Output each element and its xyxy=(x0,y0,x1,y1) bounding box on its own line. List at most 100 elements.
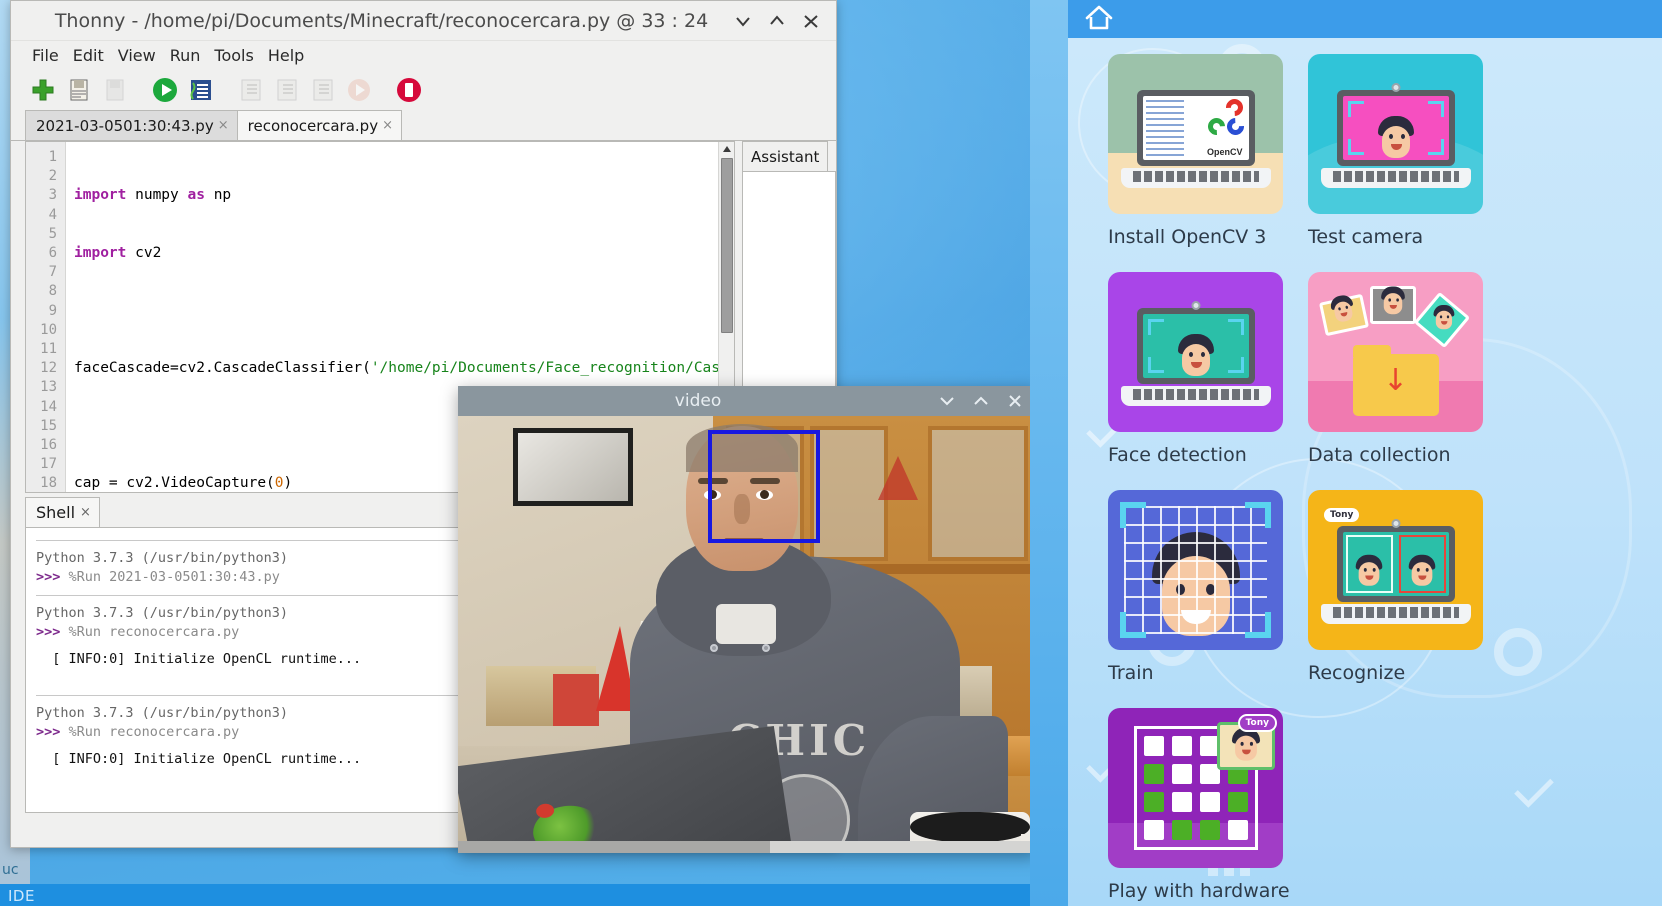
eye xyxy=(1416,568,1420,572)
tracking-bracket xyxy=(1120,502,1146,528)
face xyxy=(1235,735,1257,761)
menu-run[interactable]: Run xyxy=(163,44,208,67)
laptop-screen xyxy=(1336,526,1455,602)
menu-file[interactable]: File xyxy=(25,44,66,67)
card-recognize[interactable]: Tony Recognize xyxy=(1308,490,1508,684)
code-line: faceCascade=cv2.CascadeClassifier('/home… xyxy=(74,360,718,377)
eye xyxy=(1388,298,1392,302)
close-icon[interactable]: × xyxy=(382,118,393,133)
tracking-bracket xyxy=(1120,612,1146,638)
minimize-icon[interactable] xyxy=(938,392,956,410)
menu-help[interactable]: Help xyxy=(261,44,311,67)
video-feed: CHIC xyxy=(458,416,1038,853)
shelf-glass-door xyxy=(928,426,1028,561)
plus-icon[interactable] xyxy=(27,74,59,106)
hoodie-drawstring xyxy=(762,644,770,652)
card-thumbnail[interactable] xyxy=(1308,54,1483,214)
line-number: 9 xyxy=(48,302,57,319)
close-icon[interactable] xyxy=(1006,392,1024,410)
editor-tab-label: reconocercara.py xyxy=(247,116,379,135)
close-icon[interactable]: × xyxy=(80,505,91,520)
menu-tools[interactable]: Tools xyxy=(207,44,260,67)
wall-picture xyxy=(513,428,633,506)
card-thumbnail[interactable]: ↓ xyxy=(1308,272,1483,432)
card-play-with-hardware[interactable]: Tony Play with hardware xyxy=(1108,708,1308,902)
tshirt-collar xyxy=(716,604,776,644)
tab-shell[interactable]: Shell × xyxy=(25,497,100,527)
line-number: 8 xyxy=(48,283,57,300)
line-number: 11 xyxy=(40,341,57,358)
scroll-up-icon[interactable] xyxy=(719,142,734,156)
card-test-camera[interactable]: Test camera xyxy=(1308,54,1508,248)
play-icon[interactable] xyxy=(149,74,181,106)
video-horizontal-scrollbar[interactable] xyxy=(458,841,1038,853)
photo-thumb xyxy=(1370,286,1416,324)
card-thumbnail[interactable] xyxy=(1108,490,1283,650)
thonny-title: Thonny - /home/pi/Documents/Minecraft/re… xyxy=(54,9,709,32)
step-over-icon[interactable] xyxy=(235,74,267,106)
maximize-icon[interactable] xyxy=(972,392,990,410)
editor-tab-0[interactable]: 2021-03-0501:30:43.py × xyxy=(25,110,238,140)
card-thumbnail[interactable]: Tony xyxy=(1308,490,1483,650)
thonny-toolbar[interactable] xyxy=(11,69,836,111)
folder-icon: ↓ xyxy=(1352,345,1439,416)
resume-icon[interactable] xyxy=(343,74,375,106)
card-data-collection[interactable]: ↓ Data collection xyxy=(1308,272,1508,466)
scrollbar-thumb[interactable] xyxy=(721,158,733,333)
maximize-icon[interactable] xyxy=(766,10,788,32)
card-label: Test camera xyxy=(1308,226,1424,248)
close-icon[interactable]: × xyxy=(218,118,229,133)
line-number: 4 xyxy=(48,206,57,223)
line-number-gutter: 1 2 3 4 5 6 7 8 9 10 11 12 13 14 15 16 1… xyxy=(26,142,66,492)
screen-content xyxy=(1142,314,1249,378)
stop-icon[interactable] xyxy=(393,74,425,106)
card-thumbnail[interactable] xyxy=(1108,272,1283,432)
laptop-illustration: OpenCV xyxy=(1120,90,1271,188)
debug-icon[interactable] xyxy=(185,74,217,106)
card-install-opencv-3[interactable]: OpenCV Install OpenCV 3 xyxy=(1108,54,1308,248)
thonny-editor-tabs[interactable]: 2021-03-0501:30:43.py × reconocercara.py… xyxy=(11,110,836,141)
tracking-bracket xyxy=(1245,612,1271,638)
video-titlebar[interactable]: video xyxy=(458,386,1038,416)
minimize-icon[interactable] xyxy=(732,10,754,32)
folder-open-icon[interactable] xyxy=(63,74,95,106)
tracking-bracket xyxy=(1227,319,1244,335)
tab-assistant[interactable]: Assistant xyxy=(742,141,829,171)
step-into-icon[interactable] xyxy=(271,74,303,106)
face-illustration xyxy=(1176,334,1216,378)
detected-face-1 xyxy=(1345,535,1393,593)
video-window[interactable]: video CHIC xyxy=(458,386,1038,853)
card-face-detection[interactable]: Face detection xyxy=(1108,272,1308,466)
tracking-bracket xyxy=(1347,139,1364,155)
tutorial-launcher-panel[interactable]: OpenCV Install OpenCV 3 Test camera Face… xyxy=(1030,0,1662,906)
shell-tab-label: Shell xyxy=(36,503,76,522)
tutorial-card-grid[interactable]: OpenCV Install OpenCV 3 Test camera Face… xyxy=(1108,54,1662,906)
assistant-tabrow[interactable]: Assistant xyxy=(742,141,836,171)
home-icon[interactable] xyxy=(1082,2,1116,36)
thonny-menubar[interactable]: File Edit View Run Tools Help xyxy=(11,41,836,69)
editor-tab-1[interactable]: reconocercara.py × xyxy=(236,110,402,140)
scrollbar-thumb[interactable] xyxy=(458,841,770,853)
step-out-icon[interactable] xyxy=(307,74,339,106)
desktop-taskbar[interactable] xyxy=(0,884,1030,906)
shell-command: %Run 2021-03-0501:30:43.py xyxy=(68,569,280,585)
line-number: 12 xyxy=(40,360,57,377)
card-thumbnail[interactable]: OpenCV xyxy=(1108,54,1283,214)
eye xyxy=(1446,315,1450,319)
eye xyxy=(1388,134,1393,139)
shelf-glass-door xyxy=(810,426,888,561)
card-train[interactable]: Train xyxy=(1108,490,1308,684)
save-icon[interactable] xyxy=(99,74,131,106)
menu-view[interactable]: View xyxy=(111,44,163,67)
thonny-titlebar[interactable]: Thonny - /home/pi/Documents/Minecraft/re… xyxy=(11,1,836,41)
close-icon[interactable] xyxy=(800,10,822,32)
code-lines-graphic xyxy=(1145,100,1184,156)
laptop-keyboard xyxy=(1320,168,1471,188)
eye xyxy=(1439,315,1443,319)
webcam-icon xyxy=(1391,83,1400,92)
panel-topbar[interactable] xyxy=(1068,0,1662,38)
menu-edit[interactable]: Edit xyxy=(66,44,111,67)
face xyxy=(1435,310,1453,330)
card-thumbnail[interactable]: Tony xyxy=(1108,708,1283,868)
eye xyxy=(1363,568,1367,572)
